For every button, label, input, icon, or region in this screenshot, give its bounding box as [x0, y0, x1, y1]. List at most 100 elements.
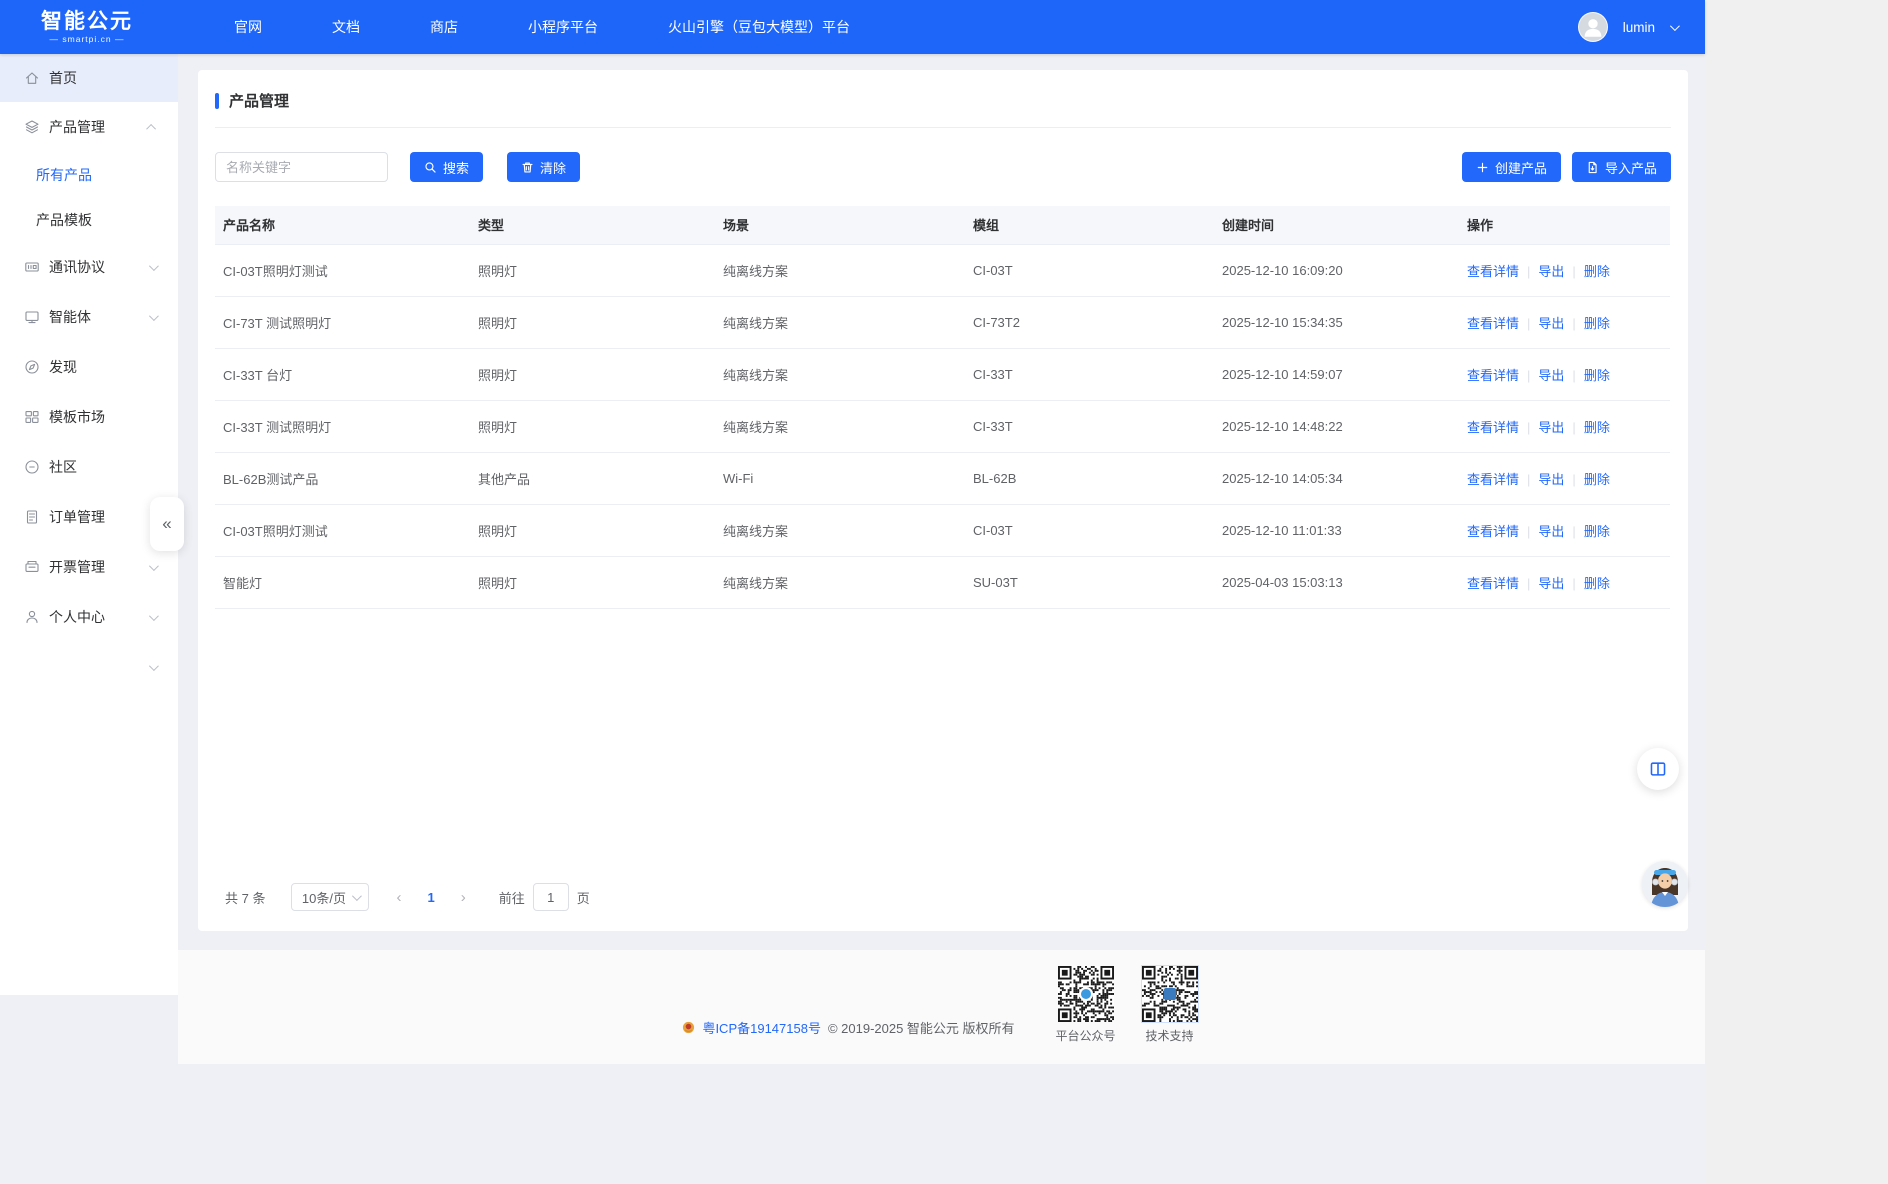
table-row: CI-33T 测试照明灯 照明灯 纯离线方案 CI-33T 2025-12-10…: [215, 400, 1670, 452]
cell-scene: 纯离线方案: [715, 296, 965, 348]
view-detail-link[interactable]: 查看详情: [1467, 472, 1519, 487]
action-separator: |: [1527, 576, 1530, 591]
import-file-icon: [1586, 161, 1599, 174]
table-row: 智能灯 照明灯 纯离线方案 SU-03T 2025-04-03 15:03:13…: [215, 556, 1670, 608]
sidebar-item-agent[interactable]: 智能体: [0, 292, 178, 342]
import-product-button[interactable]: 导入产品: [1572, 152, 1671, 182]
delete-link[interactable]: 删除: [1584, 368, 1610, 383]
cell-created-time: 2025-12-10 14:05:34: [1214, 452, 1459, 504]
sidebar-item-personal-center[interactable]: 个人中心: [0, 592, 178, 642]
page-number-1[interactable]: 1: [427, 890, 434, 905]
view-detail-link[interactable]: 查看详情: [1467, 420, 1519, 435]
view-detail-link[interactable]: 查看详情: [1467, 524, 1519, 539]
action-separator: |: [1527, 420, 1530, 435]
cell-scene: 纯离线方案: [715, 244, 965, 296]
view-detail-link[interactable]: 查看详情: [1467, 368, 1519, 383]
column-header-5: 操作: [1459, 206, 1670, 244]
sidebar-item-label: 产品管理: [49, 117, 105, 137]
nav-link-0[interactable]: 官网: [234, 17, 262, 37]
sidebar-item-discover[interactable]: 发现: [0, 342, 178, 392]
delete-link[interactable]: 删除: [1584, 316, 1610, 331]
delete-link[interactable]: 删除: [1584, 264, 1610, 279]
delete-link[interactable]: 删除: [1584, 524, 1610, 539]
table-row: BL-62B测试产品 其他产品 Wi-Fi BL-62B 2025-12-10 …: [215, 452, 1670, 504]
chevron-down-icon: [352, 891, 362, 901]
sidebar-item-product-templates[interactable]: 产品模板: [0, 197, 178, 242]
page-size-select[interactable]: 10条/页: [291, 883, 369, 911]
clear-button[interactable]: 清除: [507, 152, 580, 182]
prev-page-button[interactable]: ‹: [396, 889, 401, 906]
nav-link-4[interactable]: 火山引擎（豆包大模型）平台: [668, 17, 850, 37]
qr-code-official: [1058, 966, 1114, 1022]
export-link[interactable]: 导出: [1538, 316, 1564, 331]
docs-float-button[interactable]: [1637, 748, 1679, 790]
sidebar-item-invoice-management[interactable]: 开票管理: [0, 542, 178, 592]
cell-scene: Wi-Fi: [715, 452, 965, 504]
delete-link[interactable]: 删除: [1584, 472, 1610, 487]
delete-link[interactable]: 删除: [1584, 420, 1610, 435]
trash-icon: [521, 161, 534, 174]
cell-type: 照明灯: [470, 504, 715, 556]
qr-official-label: 平台公众号: [1055, 1027, 1117, 1044]
export-link[interactable]: 导出: [1538, 472, 1564, 487]
goto-page-input[interactable]: [533, 883, 569, 911]
sidebar-item-more[interactable]: [0, 642, 178, 692]
page-footer: 粤ICP备19147158号 © 2019-2025 智能公元 版权所有 平台公…: [178, 950, 1705, 1064]
cell-created-time: 2025-12-10 14:48:22: [1214, 400, 1459, 452]
search-button[interactable]: 搜索: [410, 152, 483, 182]
cell-created-time: 2025-12-10 15:34:35: [1214, 296, 1459, 348]
brand-logo[interactable]: 智能公元 — smartpi.cn —: [32, 11, 142, 44]
sidebar-item-all-products[interactable]: 所有产品: [0, 152, 178, 197]
page-title: 产品管理: [229, 90, 289, 111]
qr-center-logo-icon: [1079, 987, 1093, 1001]
view-detail-link[interactable]: 查看详情: [1467, 576, 1519, 591]
view-detail-link[interactable]: 查看详情: [1467, 264, 1519, 279]
export-link[interactable]: 导出: [1538, 524, 1564, 539]
nav-link-1[interactable]: 文档: [332, 17, 360, 37]
next-page-button[interactable]: ›: [461, 889, 466, 906]
chevron-down-icon: [149, 661, 159, 671]
copyright-label: © 2019-2025 智能公元 版权所有: [828, 1018, 1015, 1037]
compass-icon: [24, 359, 40, 375]
customer-service-avatar[interactable]: [1642, 861, 1688, 907]
sidebar-item-community[interactable]: 社区: [0, 442, 178, 492]
action-separator: |: [1572, 576, 1575, 591]
community-icon: [24, 459, 40, 475]
cell-actions: 查看详情 | 导出 | 删除: [1459, 556, 1670, 608]
invoice-icon: [24, 559, 40, 575]
export-link[interactable]: 导出: [1538, 576, 1564, 591]
nav-links: 官网 文档 商店 小程序平台 火山引擎（豆包大模型）平台: [234, 17, 850, 37]
sidebar-item-communication-protocol[interactable]: 通讯协议: [0, 242, 178, 292]
action-separator: |: [1527, 316, 1530, 331]
qr-center-logo-icon: [1164, 988, 1176, 1000]
create-product-button[interactable]: 创建产品: [1462, 152, 1561, 182]
export-link[interactable]: 导出: [1538, 264, 1564, 279]
export-link[interactable]: 导出: [1538, 420, 1564, 435]
sidebar-item-label: 社区: [49, 457, 77, 477]
sidebar-item-label: 首页: [49, 68, 77, 88]
user-icon: [24, 609, 40, 625]
action-separator: |: [1572, 316, 1575, 331]
icp-link[interactable]: 粤ICP备19147158号: [702, 1018, 821, 1037]
action-separator: |: [1572, 420, 1575, 435]
nav-link-3[interactable]: 小程序平台: [528, 17, 598, 37]
sidebar-item-product-management[interactable]: 产品管理: [0, 102, 178, 152]
export-link[interactable]: 导出: [1538, 368, 1564, 383]
goto-label: 前往: [499, 888, 525, 907]
sidebar-item-label: 产品模板: [36, 210, 92, 230]
cell-type: 照明灯: [470, 244, 715, 296]
table-row: CI-03T照明灯测试 照明灯 纯离线方案 CI-03T 2025-12-10 …: [215, 504, 1670, 556]
sidebar-item-template-market[interactable]: 模板市场: [0, 392, 178, 442]
search-input[interactable]: [215, 152, 388, 182]
nav-link-2[interactable]: 商店: [430, 17, 458, 37]
cell-product-name: CI-73T 测试照明灯: [215, 296, 470, 348]
user-menu[interactable]: lumin: [1578, 12, 1677, 42]
qr-code-support: [1142, 966, 1198, 1022]
delete-link[interactable]: 删除: [1584, 576, 1610, 591]
home-icon: [24, 70, 40, 86]
view-detail-link[interactable]: 查看详情: [1467, 316, 1519, 331]
sidebar-item-label: 模板市场: [49, 407, 105, 427]
sidebar-collapse-button[interactable]: «: [150, 497, 184, 551]
sidebar-item-home[interactable]: 首页: [0, 54, 178, 102]
table-body: CI-03T照明灯测试 照明灯 纯离线方案 CI-03T 2025-12-10 …: [215, 244, 1670, 608]
